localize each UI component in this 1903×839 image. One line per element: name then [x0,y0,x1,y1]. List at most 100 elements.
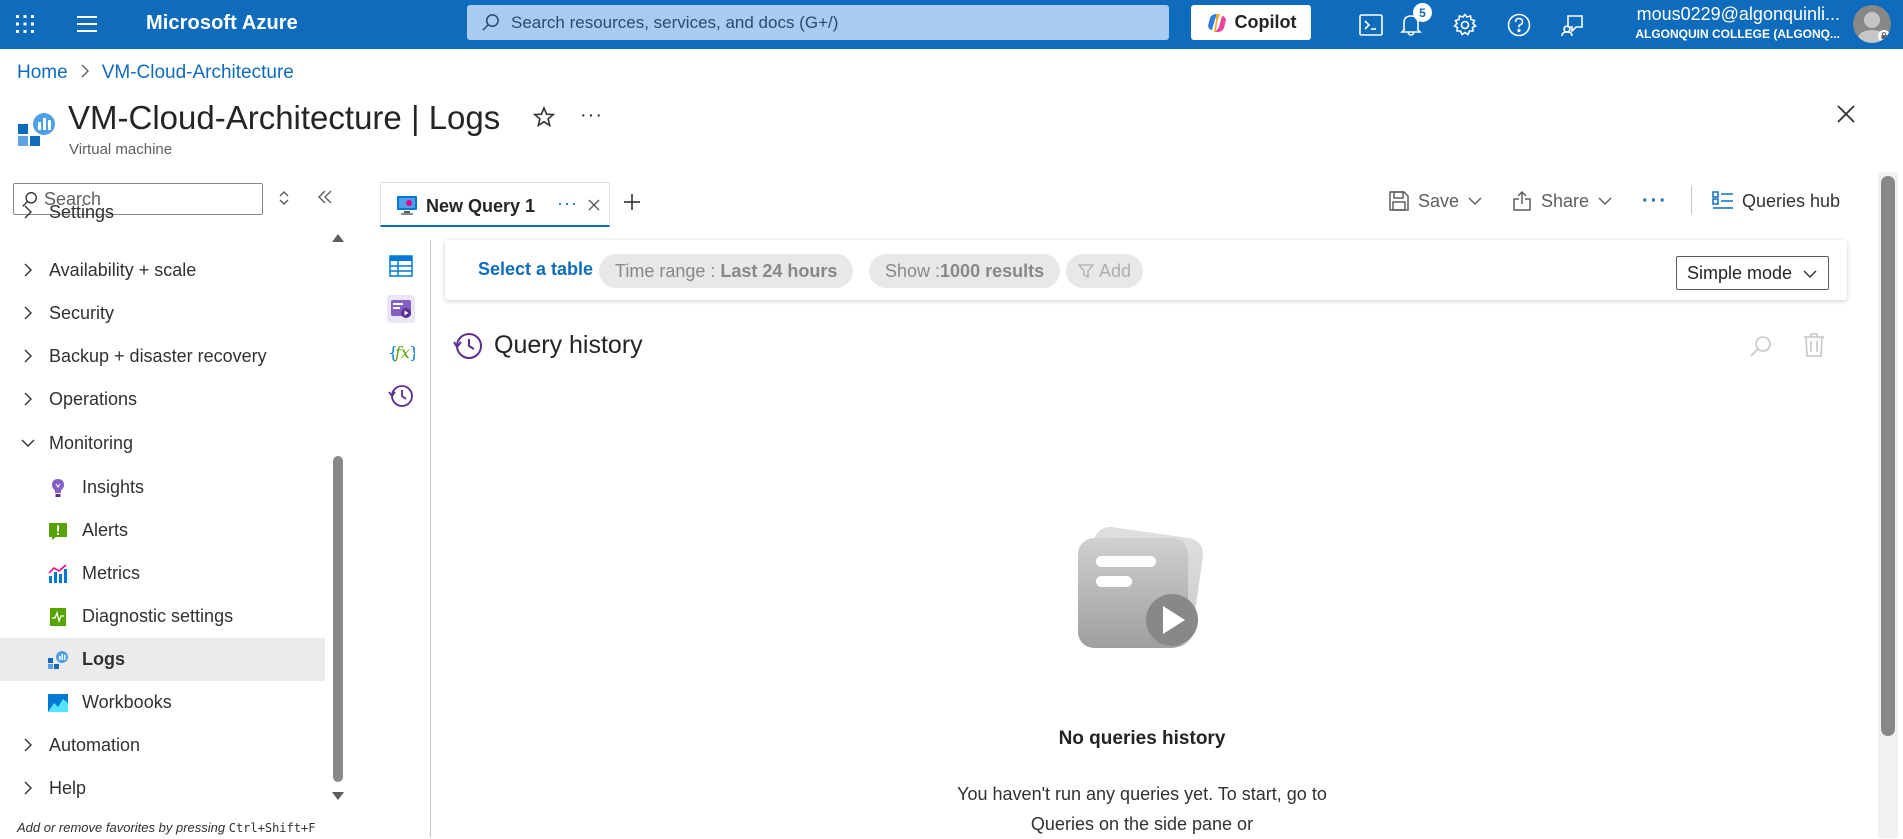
add-filter-pill[interactable]: Add [1066,254,1144,288]
sidebar-item-alerts[interactable]: Alerts [0,509,325,552]
add-query-tab-icon[interactable] [621,191,645,215]
feedback-icon[interactable] [1557,9,1589,41]
sidebar-item-label: Security [49,303,115,323]
sidebar-scrollbar[interactable] [331,232,345,802]
empty-state-title: No queries history [1058,728,1226,749]
queries-hub-label: Queries hub [1742,190,1841,211]
scroll-up-arrow-icon[interactable] [331,232,345,244]
sidebar-scrollbar-thumb[interactable] [333,456,343,782]
add-filter-label: Add [1099,260,1132,281]
favorite-star-icon[interactable] [532,105,559,132]
lightbulb-icon [52,479,64,497]
sidebar-item-backup-disaster-recovery[interactable]: Backup + disaster recovery [0,335,325,378]
tab-new-query-1[interactable]: New Query 1 ··· [380,182,610,227]
sidebar-item-operations[interactable]: Operations [0,378,325,421]
chevron-right-icon [24,263,32,277]
delete-history-icon[interactable] [1803,332,1827,360]
show-results-pill[interactable]: Show : 1000 results [869,254,1061,288]
share-button[interactable]: Share [1511,186,1613,216]
breadcrumb-home[interactable]: Home [17,62,68,84]
copilot-icon [1207,13,1226,32]
functions-icon[interactable]: {fx} [387,338,419,366]
workbooks-icon [48,694,68,712]
sidebar-item-logs[interactable]: Logs [0,638,325,681]
sidebar-item-label: Settings [49,201,115,222]
cloud-shell-icon[interactable] [1355,9,1387,41]
time-range-label: Time range : [615,260,716,281]
sidebar-item-label: Diagnostic settings [82,606,234,626]
time-range-value: Last 24 hours [720,260,838,281]
settings-gear-icon[interactable] [1449,9,1481,41]
close-icon[interactable] [1836,104,1862,130]
chevron-down-icon [1803,270,1817,278]
favorites-hint-text: Add or remove favorites by pressing [17,820,229,835]
hamburger-menu-icon[interactable] [72,9,102,39]
brand-title[interactable]: Microsoft Azure [146,12,298,35]
sidebar-item-insights[interactable]: Insights [0,466,325,509]
sidebar-item-label: Help [49,778,87,798]
help-question-icon[interactable] [1503,9,1535,41]
time-range-pill[interactable]: Time range : Last 24 hours [599,254,854,288]
sidebar-item-diagnostic-settings[interactable]: Diagnostic settings [0,595,325,638]
page-title-resource: VM-Cloud-Architecture [68,99,402,136]
app-launcher-icon[interactable] [10,9,40,39]
save-button[interactable]: Save [1388,186,1483,216]
logs-resource-icon [16,110,56,150]
alert-icon [49,523,67,540]
user-organization: ALGONQUIN COLLEGE (ALGONQ... [1635,27,1840,41]
sidebar-item-automation[interactable]: Automation [0,724,325,767]
sidebar-item-security[interactable]: Security [0,292,325,335]
favorites-shortcut: Ctrl+Shift+F [228,821,316,835]
chevron-down-icon [1598,197,1612,205]
sidebar-item-label: Automation [49,735,141,755]
notification-count-badge: 5 [1413,3,1432,22]
tab-more-button[interactable]: ··· [557,193,578,214]
sidebar-item-help[interactable]: Help [0,767,325,810]
copilot-label: Copilot [1234,12,1297,32]
header-more-button[interactable]: ··· [580,104,603,127]
chevron-right-icon [24,392,32,406]
query-monitor-icon [397,196,417,215]
sidebar-item-settings[interactable]: Settings [0,197,325,227]
save-icon [1389,191,1409,211]
breadcrumb-resource[interactable]: VM-Cloud-Architecture [102,62,294,84]
chevron-down-icon [1468,197,1482,205]
queries-hub-button[interactable]: Queries hub [1712,186,1840,216]
history-search-icon[interactable] [1749,334,1775,360]
scroll-down-arrow-icon[interactable] [331,790,345,802]
sidebar-item-label: Backup + disaster recovery [49,346,267,366]
toolbar-more-button[interactable]: ··· [1642,186,1668,216]
chevron-right-icon [24,738,32,752]
user-email: mous0229@algonquinli... [1636,4,1840,24]
select-table-link[interactable]: Select a table [478,259,593,280]
share-icon [1513,190,1531,211]
breadcrumb: Home VM-Cloud-Architecture [17,62,294,84]
mode-select[interactable]: Simple mode [1676,256,1829,290]
save-label: Save [1418,190,1460,211]
sidebar-item-monitoring[interactable]: Monitoring [0,422,325,465]
page-title-section: Logs [428,99,501,136]
sidebar-item-workbooks[interactable]: Workbooks [0,681,325,724]
chevron-right-icon [24,781,32,795]
sidebar-item-label: Logs [82,649,125,669]
empty-state-text: You haven't run any queries yet. To star… [957,784,1327,834]
global-search-placeholder: Search resources, services, and docs (G+… [511,12,839,32]
global-search-input[interactable]: Search resources, services, and docs (G+… [467,5,1169,40]
breadcrumb-chevron-icon [80,64,90,83]
account-info[interactable]: mous0229@algonquinli... ALGONQUIN COLLEG… [1628,4,1840,41]
diagnostic-icon [50,608,66,626]
tables-icon[interactable] [387,252,415,280]
chevron-right-icon [24,306,32,320]
main-scrollbar[interactable] [1878,172,1898,838]
avatar[interactable] [1853,5,1891,43]
sidebar-item-metrics[interactable]: Metrics [0,552,325,595]
chevron-right-icon [24,349,32,363]
copilot-button[interactable]: Copilot [1191,5,1311,40]
queries-icon[interactable] [387,295,415,323]
main-scrollbar-thumb[interactable] [1881,176,1895,736]
query-history-icon[interactable] [387,382,415,410]
favorites-hint: Add or remove favorites by pressing Ctrl… [17,820,315,835]
tab-close-icon[interactable] [587,198,601,212]
sidebar-item-availability-scale[interactable]: Availability + scale [0,249,325,292]
tab-label: New Query 1 [426,196,536,216]
